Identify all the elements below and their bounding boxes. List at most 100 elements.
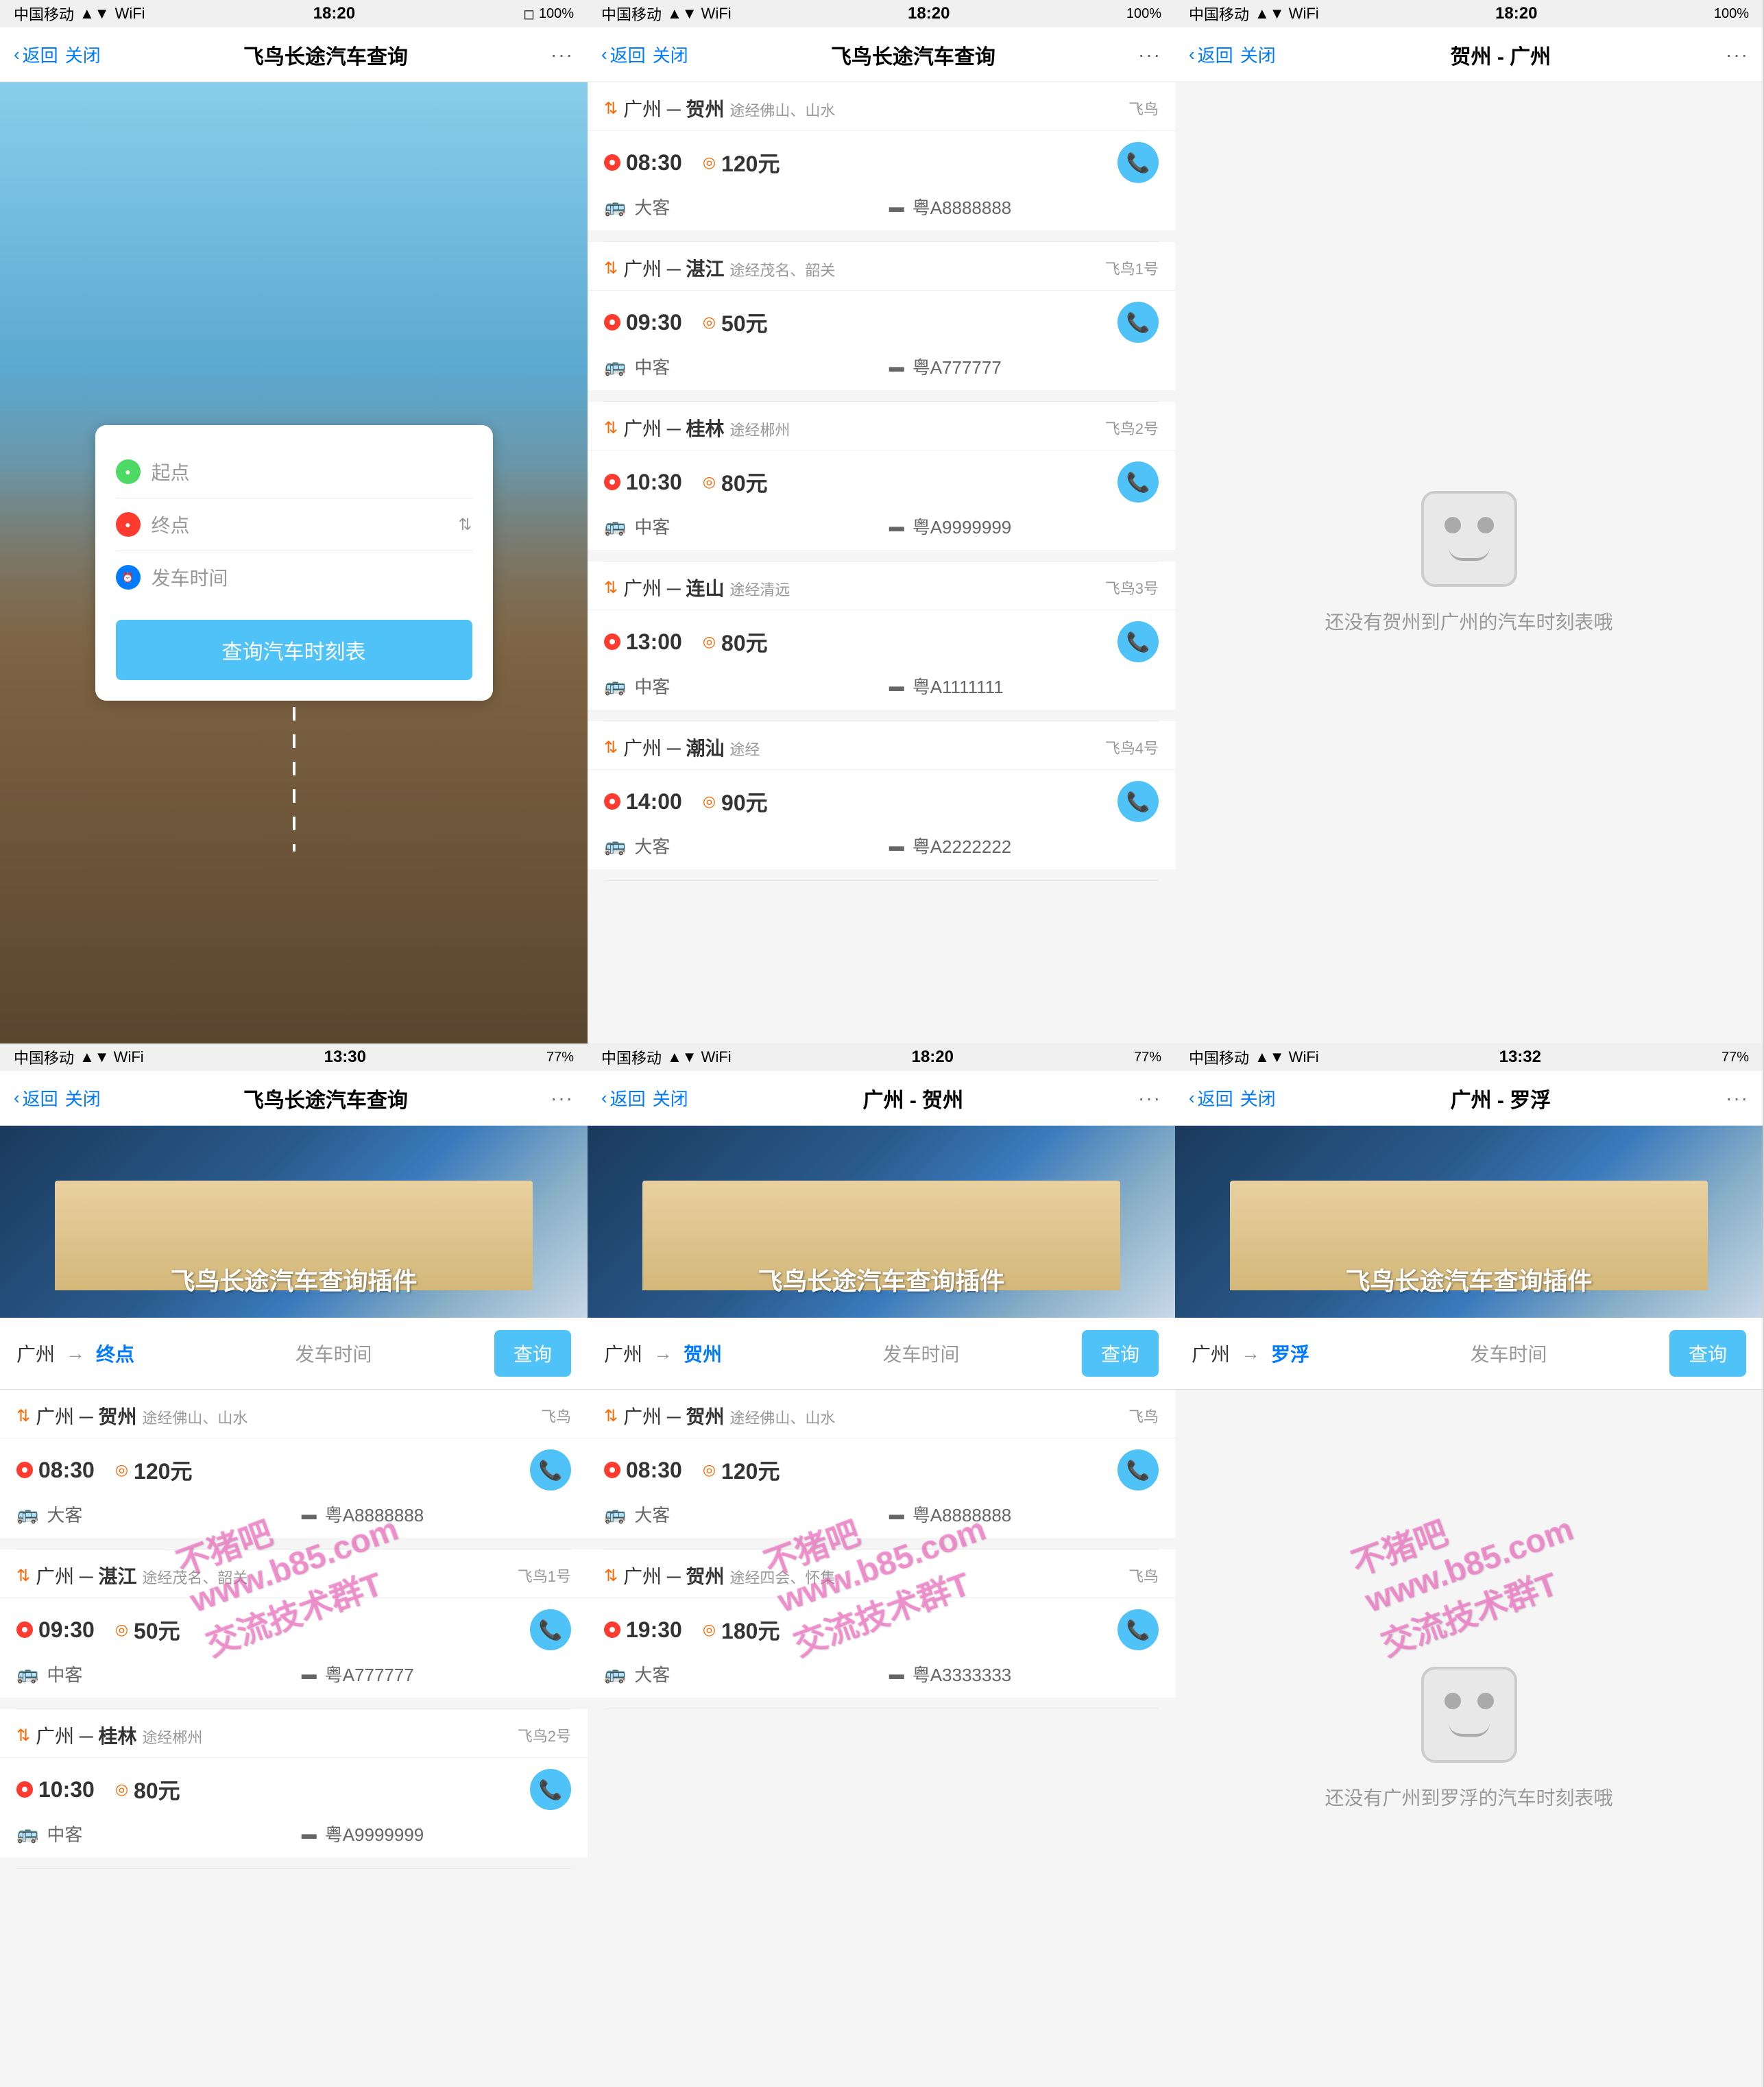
banner-5: 飞鸟长途汽车查询插件 [588, 1126, 1175, 1318]
sad-face-icon [1421, 491, 1517, 587]
route-brand: 飞鸟 [1128, 1565, 1159, 1587]
route-bus-row: 🚌 中客 ▬ 粤A1111111 [588, 673, 1175, 710]
route-bus-row: 🚌 中客 ▬ 粤A777777 [588, 354, 1175, 390]
nav-title-5: 广州 - 贺州 [688, 1083, 1138, 1113]
search-button[interactable]: 查询汽车时刻表 [116, 620, 472, 680]
route-brand: 飞鸟4号 [1105, 736, 1159, 758]
search-from-6: 广州 [1192, 1340, 1230, 1367]
route-time: 10:30 [604, 470, 682, 495]
call-icon: 📞 [1126, 631, 1150, 653]
nav-close-5[interactable]: 关闭 [653, 1085, 688, 1111]
route-card: ⇅ 广州 ─ 湛江 途经茂名、韶关 飞鸟1号 09:30 ◎ 50元 📞 [588, 242, 1175, 390]
route-details: 09:30 ◎ 50元 📞 [588, 291, 1175, 354]
time-text: 09:30 [626, 310, 682, 335]
route-brand: 飞鸟2号 [1105, 417, 1159, 439]
nav-more-3[interactable]: ··· [1726, 44, 1749, 66]
nav-more-4[interactable]: ··· [551, 1087, 574, 1109]
route-card: ⇅ 广州 ─ 湛江 途经茂名、韶关 飞鸟1号 09:30 ◎ 50元 📞 [0, 1549, 588, 1698]
route-title: 广州 ─ 连山 途经清远 [623, 574, 1105, 601]
search-to-6[interactable]: 罗浮 [1271, 1340, 1459, 1367]
swap-icon[interactable]: ⇅ [458, 515, 472, 535]
price-icon: ◎ [703, 633, 716, 651]
call-button[interactable]: 📞 [1117, 142, 1159, 183]
nav-title-2: 飞鸟长途汽车查询 [688, 40, 1138, 70]
nav-bar-4: ‹ 返回 关闭 飞鸟长途汽车查询 ··· [0, 1071, 588, 1126]
nav-back-5[interactable]: ‹ 返回 [601, 1085, 646, 1111]
nav-bar-5: ‹ 返回 关闭 广州 - 贺州 ··· [588, 1071, 1175, 1126]
time-text: 09:30 [38, 1617, 95, 1643]
price-text: 50元 [721, 306, 768, 338]
query-btn-4[interactable]: 查询 [494, 1330, 571, 1377]
search-time-6[interactable]: 发车时间 [1471, 1340, 1658, 1367]
price-text: 120元 [134, 1454, 192, 1486]
route-card: ⇅ 广州 ─ 贺州 途经佛山、山水 飞鸟 08:30 ◎ 120元 📞 [588, 82, 1175, 230]
nav-close-3[interactable]: 关闭 [1240, 42, 1276, 67]
call-button[interactable]: 📞 [530, 1449, 571, 1491]
search-time-5[interactable]: 发车时间 [883, 1340, 1071, 1367]
call-button[interactable]: 📞 [1117, 1449, 1159, 1491]
nav-back-1[interactable]: ‹ 返回 [14, 42, 58, 67]
plate-num: 粤A2222222 [913, 833, 1159, 858]
search-time-4[interactable]: 发车时间 [295, 1340, 483, 1367]
route-header: ⇅ 广州 ─ 贺州 途经四会、怀集 飞鸟 [588, 1549, 1175, 1598]
results-list-4: ⇅ 广州 ─ 贺州 途经佛山、山水 飞鸟 08:30 ◎ 120元 📞 [0, 1390, 588, 2087]
query-btn-5[interactable]: 查询 [1082, 1330, 1159, 1377]
call-button[interactable]: 📞 [1117, 461, 1159, 503]
route-icon: ⇅ [16, 1566, 30, 1586]
nav-back-3[interactable]: ‹ 返回 [1189, 42, 1233, 67]
nav-more-5[interactable]: ··· [1138, 1087, 1161, 1109]
time-dot [604, 793, 620, 810]
call-button[interactable]: 📞 [1117, 621, 1159, 662]
route-bus-row: 🚌 大客 ▬ 粤A3333333 [588, 1661, 1175, 1698]
search-to-4[interactable]: 终点 [96, 1340, 284, 1367]
route-card: ⇅ 广州 ─ 桂林 途经郴州 飞鸟2号 10:30 ◎ 80元 📞 [0, 1709, 588, 1857]
start-field[interactable]: ● 起点 [116, 446, 472, 498]
price-icon: ◎ [115, 1621, 128, 1639]
nav-close-2[interactable]: 关闭 [653, 42, 688, 67]
nav-close-6[interactable]: 关闭 [1240, 1085, 1276, 1111]
call-button[interactable]: 📞 [530, 1609, 571, 1650]
phone-6: 中国移动 ▲▼ WiFi 13:32 77% ‹ 返回 关闭 广州 - 罗浮 ·… [1175, 1044, 1763, 2087]
bus-type: 中客 [47, 1821, 293, 1846]
nav-back-6[interactable]: ‹ 返回 [1189, 1085, 1233, 1111]
nav-close-1[interactable]: 关闭 [65, 42, 101, 67]
route-icon: ⇅ [604, 418, 618, 438]
route-header: ⇅ 广州 ─ 潮汕 途经 飞鸟4号 [588, 721, 1175, 770]
route-icon: ⇅ [604, 1566, 618, 1586]
bus-type: 中客 [634, 673, 880, 699]
time-field[interactable]: ⏰ 发车时间 [116, 551, 472, 603]
price-icon: ◎ [115, 1781, 128, 1798]
plate-num: 粤A3333333 [913, 1661, 1159, 1687]
search-to-5[interactable]: 贺州 [684, 1340, 871, 1367]
phone-1: 中国移动 ▲▼ WiFi 18:20 ◻ 100% ‹ 返回 关闭 飞鸟长途汽车… [0, 0, 588, 1044]
nav-more-6[interactable]: ··· [1726, 1087, 1749, 1109]
call-button[interactable]: 📞 [1117, 302, 1159, 343]
time-dot [604, 314, 620, 330]
route-details: 08:30 ◎ 120元 📞 [588, 131, 1175, 194]
end-label: 终点 [152, 511, 448, 538]
plate-num: 粤A1111111 [913, 673, 1159, 699]
nav-more-1[interactable]: ··· [551, 44, 574, 66]
end-field[interactable]: ● 终点 ⇅ [116, 498, 472, 551]
price-text: 80元 [721, 626, 768, 658]
results-list-5: ⇅ 广州 ─ 贺州 途经佛山、山水 飞鸟 08:30 ◎ 120元 📞 [588, 1390, 1175, 2087]
bus-type: 大客 [634, 1661, 880, 1687]
route-price: ◎ 90元 [703, 786, 1117, 817]
call-button[interactable]: 📞 [530, 1769, 571, 1810]
route-details: 08:30 ◎ 120元 📞 [0, 1438, 588, 1501]
route-header: ⇅ 广州 ─ 贺州 途经佛山、山水 飞鸟 [588, 1390, 1175, 1438]
route-title: 广州 ─ 贺州 途经佛山、山水 [36, 1402, 541, 1429]
route-icon: ⇅ [604, 99, 618, 119]
search-arrow-4: → [66, 1342, 85, 1364]
bus-icon: 🚌 [604, 516, 626, 537]
plate-icon: ▬ [302, 1665, 317, 1683]
nav-back-4[interactable]: ‹ 返回 [14, 1085, 58, 1111]
time-text: 08:30 [626, 1458, 682, 1483]
nav-back-2[interactable]: ‹ 返回 [601, 42, 646, 67]
query-btn-6[interactable]: 查询 [1669, 1330, 1746, 1377]
nav-title-6: 广州 - 罗浮 [1276, 1083, 1726, 1113]
call-button[interactable]: 📞 [1117, 1609, 1159, 1650]
call-button[interactable]: 📞 [1117, 781, 1159, 822]
nav-close-4[interactable]: 关闭 [65, 1085, 101, 1111]
nav-more-2[interactable]: ··· [1138, 44, 1161, 66]
